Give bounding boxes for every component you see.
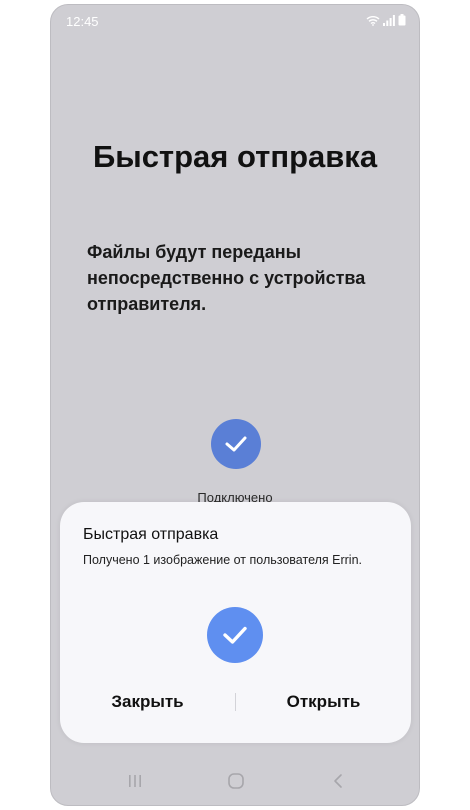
page-description: Файлы будут переданы непосредственно с у…: [87, 242, 366, 314]
back-icon[interactable]: [323, 769, 353, 793]
status-bar: 12:45: [51, 5, 419, 37]
success-check-icon: [207, 607, 263, 663]
connected-check-icon: [211, 419, 261, 469]
close-button[interactable]: Закрыть: [60, 682, 235, 722]
open-button[interactable]: Открыть: [236, 682, 411, 722]
battery-icon: [398, 14, 406, 26]
wifi-icon: [366, 15, 380, 26]
dialog-message: Получено 1 изображение от пользователя E…: [83, 553, 363, 567]
status-icons: [366, 14, 406, 26]
status-time: 12:45: [66, 14, 99, 29]
dialog-title: Быстрая отправка: [83, 526, 219, 543]
recent-apps-icon[interactable]: [120, 769, 150, 793]
dialog-buttons: Закрыть Открыть: [60, 682, 411, 722]
received-dialog: Быстрая отправка Получено 1 изображение …: [60, 502, 411, 743]
page-title: Быстрая отправка: [92, 139, 378, 174]
signal-icon: [383, 14, 395, 26]
home-icon[interactable]: [221, 769, 251, 793]
phone-screen: 12:45 Быстрая отправка Файлы будут перед…: [50, 4, 420, 806]
navigation-bar: [51, 757, 419, 805]
